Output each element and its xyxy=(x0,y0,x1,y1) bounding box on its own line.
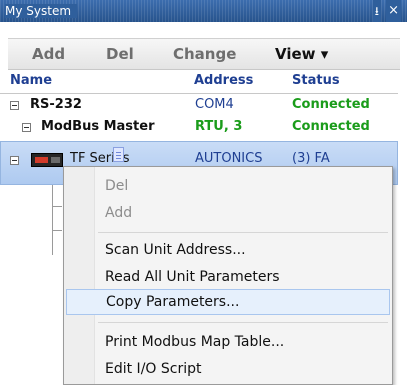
change-button[interactable]: Change xyxy=(173,39,236,69)
tree-connector-branch xyxy=(52,206,62,207)
menu-item-print-modbus-map-table[interactable]: Print Modbus Map Table... xyxy=(66,329,390,355)
modbus-address: RTU, 3 xyxy=(195,119,243,134)
tree-node-rs232[interactable]: RS-232 xyxy=(30,95,82,115)
menu-item-read-all-unit-parameters[interactable]: Read All Unit Parameters xyxy=(66,264,390,290)
column-header-address[interactable]: Address xyxy=(194,73,253,91)
tree-connector-branch xyxy=(52,230,62,231)
menu-item-scan-unit-address[interactable]: Scan Unit Address... xyxy=(66,237,390,263)
collapse-device-icon[interactable] xyxy=(10,156,19,165)
menu-item-copy-parameters[interactable]: Copy Parameters... xyxy=(66,289,390,315)
add-button[interactable]: Add xyxy=(32,39,65,69)
pin-icon[interactable]: ⭳ xyxy=(372,0,381,22)
modbus-status: Connected xyxy=(292,119,370,134)
view-dropdown-button[interactable]: View ▾ xyxy=(275,39,328,69)
rs232-status: Connected xyxy=(292,97,370,112)
column-header-status[interactable]: Status xyxy=(292,73,340,91)
header-divider xyxy=(0,93,398,94)
toolbar: Add Del Change View ▾ xyxy=(8,38,400,70)
menu-item-edit-io-script[interactable]: Edit I/O Script xyxy=(66,356,390,382)
panel-titlebar: My System ⭳ × xyxy=(0,0,407,22)
panel-title: My System xyxy=(5,4,78,18)
del-button[interactable]: Del xyxy=(106,39,134,69)
context-menu: Del Add Scan Unit Address... Read All Un… xyxy=(63,166,393,385)
tree-node-modbus-master[interactable]: ModBus Master xyxy=(41,117,155,137)
collapse-rs232-icon[interactable] xyxy=(10,101,19,110)
tf-series-device-icon xyxy=(31,153,63,167)
menu-item-add[interactable]: Add xyxy=(66,200,390,226)
menu-separator xyxy=(98,322,388,323)
menu-separator xyxy=(98,232,388,233)
tree-connector-line xyxy=(52,185,53,255)
document-icon xyxy=(113,147,124,162)
collapse-modbus-icon[interactable] xyxy=(22,123,31,132)
rs232-address: COM4 xyxy=(195,97,234,112)
column-header-name[interactable]: Name xyxy=(10,73,52,91)
close-icon[interactable]: × xyxy=(386,0,401,22)
menu-item-del[interactable]: Del xyxy=(66,173,390,199)
